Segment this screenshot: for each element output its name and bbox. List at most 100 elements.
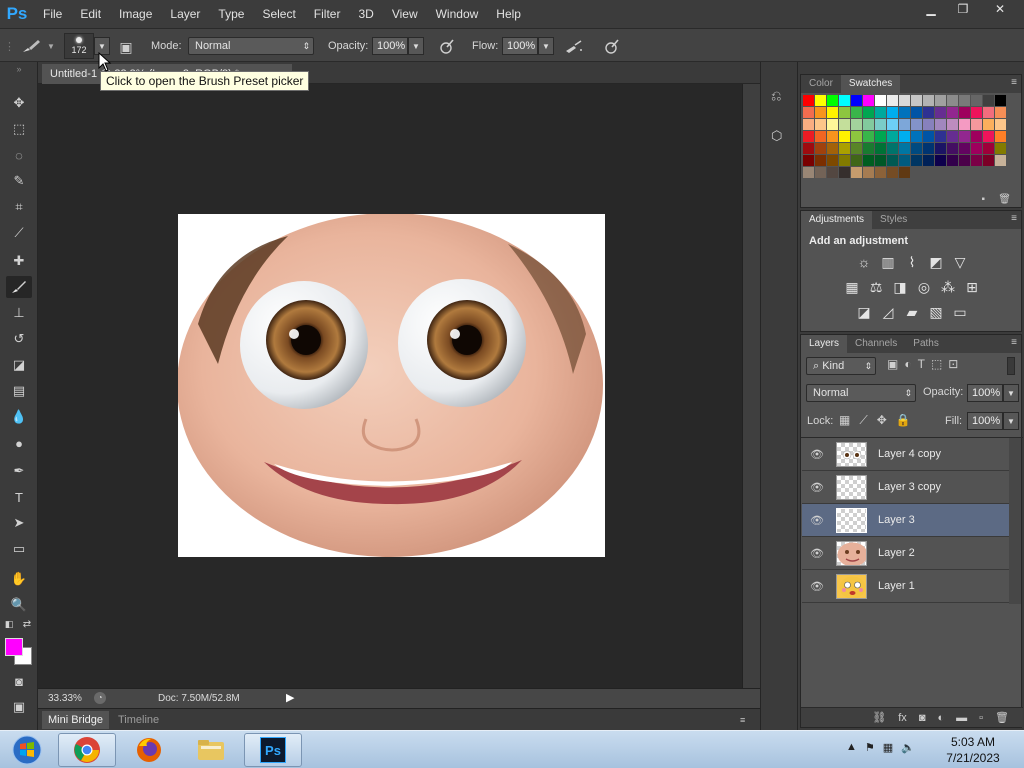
color-swatch[interactable] — [911, 95, 922, 106]
color-swatch[interactable] — [851, 167, 862, 178]
swap-colors-icon[interactable]: ⇄ — [20, 618, 34, 630]
shape-filter-icon[interactable]: ⬚ — [931, 357, 942, 371]
screen-mode-icon[interactable]: ▣ — [6, 696, 32, 718]
color-swatch[interactable] — [839, 95, 850, 106]
visibility-eye-icon[interactable]: 👁 — [809, 447, 825, 461]
new-adjustment-layer-icon[interactable]: ◐ — [937, 712, 944, 724]
color-swatch[interactable] — [851, 143, 862, 154]
color-swatch[interactable] — [815, 167, 826, 178]
hand-tool-icon[interactable]: ✋ — [6, 568, 32, 590]
type-filter-icon[interactable]: T — [918, 357, 925, 371]
visibility-eye-icon[interactable]: 👁 — [809, 480, 825, 494]
filter-toggle[interactable] — [1007, 357, 1015, 375]
tab-adjustments[interactable]: Adjustments — [801, 211, 873, 229]
color-swatch[interactable] — [863, 107, 874, 118]
layer-row-layer-2[interactable]: 👁 Layer 2 — [802, 537, 1010, 570]
color-swatch[interactable] — [815, 119, 826, 130]
show-hidden-icons-icon[interactable]: ▲ — [846, 741, 857, 754]
color-swatch[interactable] — [971, 95, 982, 106]
default-colors-icon[interactable]: ◧ — [2, 618, 16, 630]
add-mask-icon[interactable]: ◙ — [919, 712, 926, 724]
layer-opacity-input[interactable]: 100% — [967, 384, 1003, 402]
layer-row-layer-4-copy[interactable]: 👁 Layer 4 copy — [802, 438, 1010, 471]
zoom-level[interactable]: 33.33% — [48, 693, 82, 704]
color-swatch[interactable] — [947, 119, 958, 130]
brightness-contrast-icon[interactable]: ☼ — [855, 253, 873, 271]
color-swatch[interactable] — [935, 143, 946, 154]
color-swatch[interactable] — [803, 131, 814, 142]
path-selection-tool-icon[interactable]: ➤ — [6, 512, 32, 534]
gradient-map-icon[interactable]: ▧ — [927, 303, 945, 321]
tab-mini-bridge[interactable]: Mini Bridge — [42, 711, 110, 729]
color-swatch[interactable] — [971, 119, 982, 130]
properties-panel-icon[interactable]: ⬡ — [771, 128, 789, 146]
vibrance-icon[interactable]: ▽ — [951, 253, 969, 271]
color-balance-icon[interactable]: ⚖ — [867, 278, 885, 296]
color-swatch[interactable] — [839, 167, 850, 178]
color-swatch[interactable] — [827, 143, 838, 154]
menu-edit[interactable]: Edit — [71, 0, 110, 28]
menu-help[interactable]: Help — [487, 0, 530, 28]
color-swatch[interactable] — [887, 119, 898, 130]
marquee-tool-icon[interactable]: ⬚ — [6, 118, 32, 140]
color-swatch[interactable] — [971, 131, 982, 142]
color-swatch[interactable] — [839, 119, 850, 130]
color-swatch[interactable] — [863, 167, 874, 178]
mode-select[interactable]: Normal ⇕ — [188, 37, 314, 55]
delete-swatch-icon[interactable]: 🗑 — [998, 194, 1011, 205]
pressure-size-icon[interactable] — [601, 38, 621, 56]
pen-tool-icon[interactable]: ✒ — [6, 460, 32, 482]
color-swatch[interactable] — [899, 131, 910, 142]
menu-filter[interactable]: Filter — [305, 0, 350, 28]
color-swatch[interactable] — [995, 143, 1006, 154]
layer-row-layer-3-copy[interactable]: 👁 Layer 3 copy — [802, 471, 1010, 504]
lock-position-icon[interactable]: ✥ — [877, 413, 887, 428]
tab-color[interactable]: Color — [801, 75, 841, 93]
color-swatch[interactable] — [923, 143, 934, 154]
menu-window[interactable]: Window — [427, 0, 488, 28]
canvas-area[interactable] — [38, 84, 742, 688]
color-swatch[interactable] — [947, 143, 958, 154]
color-swatch[interactable] — [959, 131, 970, 142]
opacity-dropdown[interactable]: ▼ — [408, 37, 424, 55]
panel-menu-icon[interactable]: ≡ — [1011, 213, 1017, 224]
lasso-tool-icon[interactable]: ◌ — [6, 144, 32, 166]
color-swatch[interactable] — [947, 155, 958, 166]
pressure-opacity-icon[interactable] — [436, 38, 456, 56]
color-swatch[interactable] — [899, 143, 910, 154]
color-swatch[interactable] — [887, 143, 898, 154]
color-swatch[interactable] — [911, 119, 922, 130]
color-swatch[interactable] — [851, 107, 862, 118]
crop-tool-icon[interactable]: ⌗ — [6, 196, 32, 218]
flow-input[interactable]: 100% — [502, 37, 538, 55]
vertical-scrollbar[interactable] — [742, 84, 760, 688]
color-swatch[interactable] — [971, 155, 982, 166]
threshold-icon[interactable]: ▰ — [903, 303, 921, 321]
color-swatch[interactable] — [827, 95, 838, 106]
taskbar-chrome[interactable] — [58, 733, 116, 767]
visibility-eye-icon[interactable]: 👁 — [809, 513, 825, 527]
layer-row-layer-1[interactable]: 👁 Layer 1 — [802, 570, 1010, 603]
color-swatch[interactable] — [887, 155, 898, 166]
tab-swatches[interactable]: Swatches — [840, 75, 901, 93]
restore-button[interactable]: ❐ — [948, 0, 978, 18]
color-swatch[interactable] — [959, 155, 970, 166]
volume-icon[interactable]: 🔈 — [901, 741, 915, 754]
color-swatch[interactable] — [935, 131, 946, 142]
color-swatch[interactable] — [911, 155, 922, 166]
new-layer-icon[interactable]: ▫ — [979, 712, 983, 724]
move-tool-icon[interactable]: ✥ — [6, 92, 32, 114]
close-button[interactable]: ✕ — [980, 0, 1020, 18]
color-swatch[interactable] — [803, 107, 814, 118]
color-swatch[interactable] — [935, 95, 946, 106]
color-swatch[interactable] — [827, 119, 838, 130]
adjustment-filter-icon[interactable]: ◐ — [904, 357, 911, 371]
color-swatch[interactable] — [803, 95, 814, 106]
color-swatch[interactable] — [959, 95, 970, 106]
color-swatch[interactable] — [887, 167, 898, 178]
tab-channels[interactable]: Channels — [847, 335, 905, 353]
taskbar-firefox[interactable] — [120, 733, 178, 767]
collapse-tools-icon[interactable]: » — [6, 64, 32, 74]
visibility-eye-icon[interactable]: 👁 — [809, 579, 825, 593]
color-swatch[interactable] — [839, 131, 850, 142]
